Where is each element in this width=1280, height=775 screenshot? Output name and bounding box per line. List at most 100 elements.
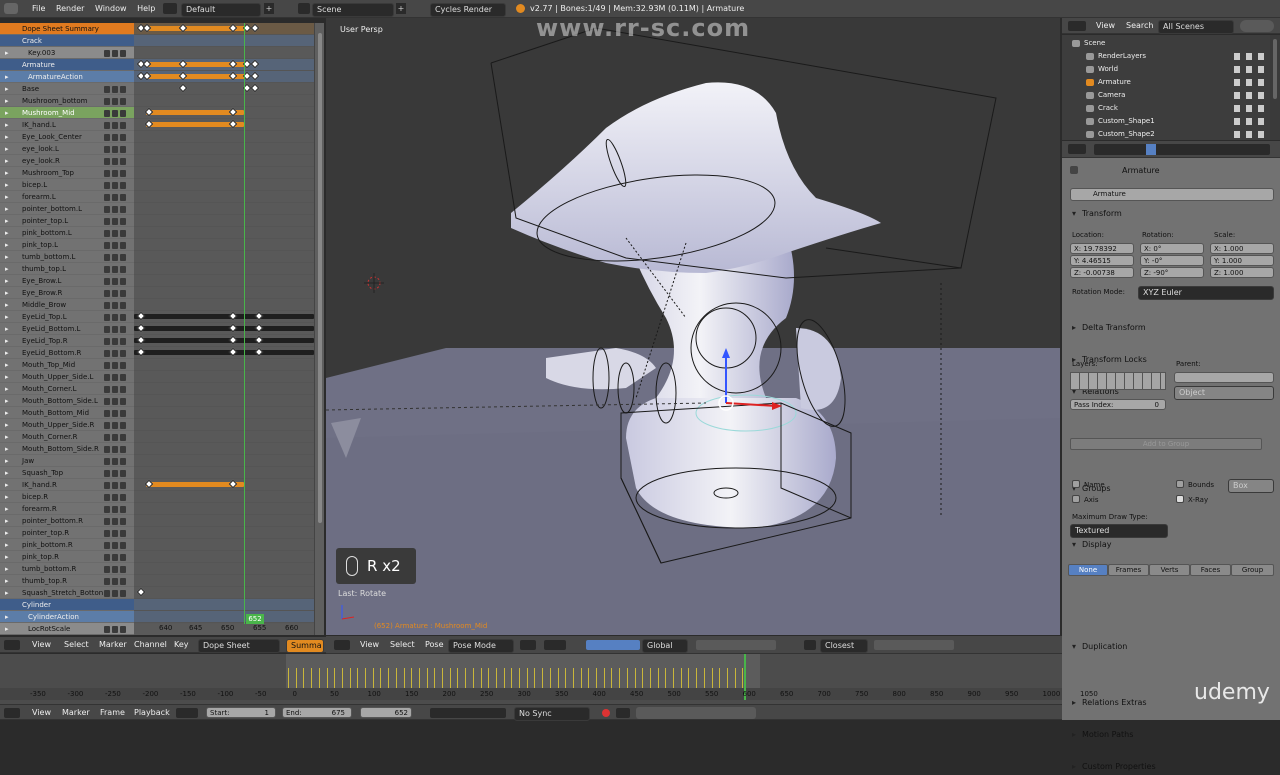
channel-toggle-icons[interactable] (102, 205, 130, 213)
channel-forearm-r[interactable]: forearm.R ▸ (0, 503, 134, 515)
keyframe-row[interactable] (134, 167, 314, 179)
channel-mouth-bottom-mid[interactable]: Mouth_Bottom_Mid ▸ (0, 407, 134, 419)
channel-toggle-icons[interactable] (102, 409, 130, 417)
channel-cylinder[interactable]: Cylinder (0, 599, 134, 611)
expand-icon[interactable]: ▸ (5, 215, 9, 226)
keyframe-row[interactable] (134, 179, 314, 191)
pin-icon[interactable] (1070, 166, 1078, 176)
keyframe-row[interactable] (134, 443, 314, 455)
location-y[interactable]: Y: 4.46515 (1070, 255, 1134, 266)
location-x[interactable]: X: 19.78392 (1070, 243, 1134, 254)
snap-icon[interactable] (804, 640, 816, 650)
expand-icon[interactable]: ▸ (5, 503, 9, 514)
keyframe-diamond[interactable] (250, 71, 260, 81)
menu-help[interactable]: Help (133, 1, 159, 17)
expand-icon[interactable]: ▸ (5, 395, 9, 406)
channel-toggle-icons[interactable] (102, 445, 130, 453)
outliner-item-armature[interactable]: Armature (1062, 76, 1270, 89)
outliner-item-custom-shape1[interactable]: Custom_Shape1 (1062, 115, 1270, 128)
keyframe-row[interactable] (134, 107, 314, 119)
channel-toggle-icons[interactable] (102, 253, 130, 261)
parent-field[interactable] (1174, 372, 1274, 383)
section-custom-properties[interactable]: Custom Properties (1066, 759, 1276, 775)
bounds-checkbox[interactable] (1176, 480, 1184, 488)
viewport-menu-pose[interactable]: Pose (421, 637, 448, 653)
outliner-editor-icon[interactable] (1068, 21, 1086, 31)
keyframe-row[interactable] (134, 155, 314, 167)
dopesheet-playhead[interactable] (244, 23, 245, 624)
keying-set-field[interactable] (636, 707, 756, 719)
channel-mushroom-top[interactable]: Mushroom_Top ▸ (0, 167, 134, 179)
channel-pointer-bottom-l[interactable]: pointer_bottom.L ▸ (0, 203, 134, 215)
expand-icon[interactable]: ▸ (5, 179, 9, 190)
channel-eye-look-center[interactable]: Eye_Look_Center ▸ (0, 131, 134, 143)
expand-icon[interactable]: ▸ (5, 455, 9, 466)
expand-icon[interactable]: ▸ (5, 287, 9, 298)
keyframe-row[interactable] (134, 455, 314, 467)
channel-tumb-bottom-l[interactable]: tumb_bottom.L ▸ (0, 251, 134, 263)
keyframe-row[interactable] (134, 407, 314, 419)
channel-toggle-icons[interactable] (102, 565, 130, 573)
object-name[interactable]: Armature (1093, 190, 1126, 198)
last-operation[interactable]: Last: Rotate (338, 589, 386, 598)
keyframe-row[interactable] (134, 239, 314, 251)
expand-icon[interactable]: ▸ (5, 47, 9, 58)
section-motion-paths[interactable]: Motion Paths (1066, 727, 1276, 743)
scale-x[interactable]: X: 1.000 (1210, 243, 1274, 254)
expand-icon[interactable]: ▸ (5, 155, 9, 166)
visibility-toggle-icons[interactable] (1234, 66, 1264, 73)
visibility-toggle-icons[interactable] (1234, 79, 1264, 86)
expand-icon[interactable]: ▸ (5, 371, 9, 382)
channel-tumb-bottom-r[interactable]: tumb_bottom.R ▸ (0, 563, 134, 575)
keyframe-row[interactable] (134, 431, 314, 443)
keyframe-row[interactable] (134, 575, 314, 587)
expand-icon[interactable]: ▸ (5, 311, 9, 322)
keyframe-row[interactable] (134, 311, 314, 323)
menu-render[interactable]: Render (52, 1, 88, 17)
keyframe-diamond[interactable] (136, 587, 146, 597)
editor-type-icon[interactable] (4, 640, 20, 650)
rotation-x[interactable]: X: 0° (1140, 243, 1204, 254)
keyframe-row[interactable] (134, 611, 314, 623)
channel-toggle-icons[interactable] (102, 529, 130, 537)
expand-icon[interactable]: ▸ (5, 251, 9, 262)
channel-mouth-corner-l[interactable]: Mouth_Corner.L ▸ (0, 383, 134, 395)
keyframe-row[interactable] (134, 131, 314, 143)
section-duplication[interactable]: Duplication (1066, 639, 1276, 655)
channel-toggle-icons[interactable] (102, 505, 130, 513)
layer-grid[interactable] (1070, 372, 1166, 390)
keyframe-row[interactable] (134, 119, 314, 131)
expand-icon[interactable]: ▸ (5, 239, 9, 250)
keyframe-row[interactable] (134, 551, 314, 563)
expand-icon[interactable]: ▸ (5, 119, 9, 130)
channel-toggle-icons[interactable] (102, 481, 130, 489)
channel-bicep-r[interactable]: bicep.R ▸ (0, 491, 134, 503)
channel-pointer-top-r[interactable]: pointer_top.R ▸ (0, 527, 134, 539)
channel-pink-top-l[interactable]: pink_top.L ▸ (0, 239, 134, 251)
dopesheet-menu-channel[interactable]: Channel (130, 637, 171, 653)
name-checkbox[interactable] (1072, 480, 1080, 488)
expand-icon[interactable]: ▸ (5, 203, 9, 214)
channel-toggle-icons[interactable] (102, 145, 130, 153)
keyframe-diamond[interactable] (178, 83, 188, 93)
channel-pointer-bottom-r[interactable]: pointer_bottom.R ▸ (0, 515, 134, 527)
keyframe-row[interactable] (134, 371, 314, 383)
snap-target-select[interactable]: Closest (820, 639, 868, 653)
expand-icon[interactable]: ▸ (5, 491, 9, 502)
shading-icon[interactable] (520, 640, 536, 650)
layout-select[interactable]: Default (181, 3, 261, 17)
channel-toggle-icons[interactable] (102, 109, 130, 117)
channel-toggle-icons[interactable] (102, 553, 130, 561)
expand-icon[interactable]: ▸ (5, 275, 9, 286)
dup-frames[interactable]: Frames (1108, 564, 1149, 576)
add-layout-button[interactable]: + (264, 3, 274, 14)
rotation-mode-select[interactable]: XYZ Euler (1138, 286, 1274, 300)
rotation-z[interactable]: Z: -90° (1140, 267, 1204, 278)
keyframe-row[interactable] (134, 215, 314, 227)
channel-toggle-icons[interactable] (102, 361, 130, 369)
object-name-field[interactable]: Armature (1070, 188, 1274, 201)
parent-type-select[interactable]: Object (1174, 386, 1274, 400)
expand-icon[interactable]: ▸ (5, 515, 9, 526)
keyframe-row[interactable] (134, 419, 314, 431)
keyframe-row[interactable] (134, 503, 314, 515)
